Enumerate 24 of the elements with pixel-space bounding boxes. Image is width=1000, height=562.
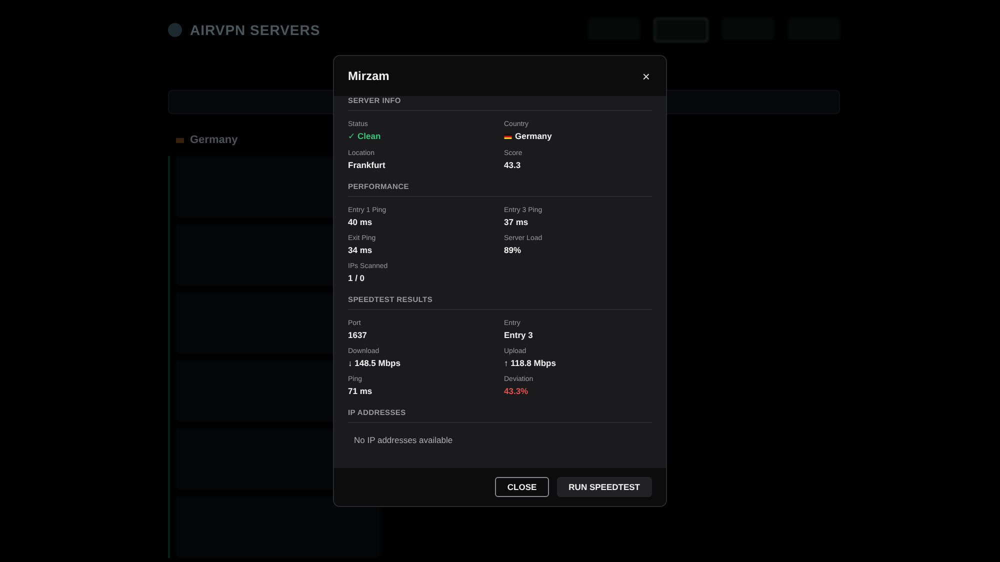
field-value: 1637 — [348, 330, 368, 340]
field-value: Frankfurt — [348, 160, 386, 170]
field-value: Entry 3 — [504, 330, 534, 340]
speedtest-button[interactable]: RUN SPEEDTEST — [556, 477, 652, 497]
group-heading: Germany — [190, 134, 238, 146]
field-value: ↓ 148.5 Mbps — [348, 358, 402, 368]
close-button[interactable]: CLOSE — [495, 477, 549, 497]
logo-icon — [168, 23, 182, 37]
field-value: 1 / 0 — [348, 273, 366, 283]
field-value: 43.3% — [504, 386, 530, 396]
field-value: 40 ms — [348, 217, 374, 227]
flag-icon — [176, 138, 184, 142]
app-title: AIRVPN SERVERS — [190, 22, 320, 38]
field-value: 37 ms — [504, 217, 530, 227]
field-value: 71 ms — [348, 386, 374, 396]
field-value: 34 ms — [348, 245, 374, 255]
flag-icon — [504, 134, 512, 138]
field-value: Germany — [515, 131, 552, 141]
field-value: ✓ Clean — [348, 131, 382, 142]
field-value: 43.3 — [504, 160, 522, 170]
empty-message: No IP addresses available — [353, 434, 454, 447]
field-value: ↑ 118.8 Mbps — [504, 358, 557, 368]
field-value: 89% — [504, 245, 522, 255]
dialog-title: Mirzam — [348, 69, 390, 83]
